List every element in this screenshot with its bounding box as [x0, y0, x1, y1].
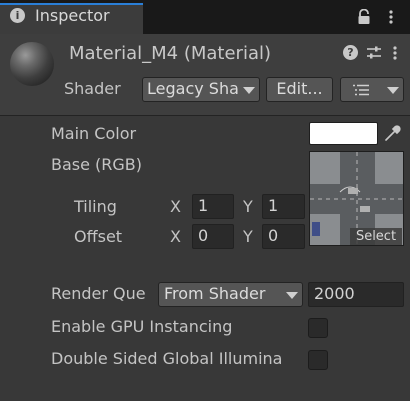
- material-title: Material_M4 (Material): [69, 43, 271, 64]
- tiling-label: Tiling: [74, 197, 117, 216]
- preset-sliders-icon[interactable]: [366, 45, 382, 61]
- chevron-down-icon: [387, 87, 399, 94]
- offset-y-axis: Y: [243, 227, 253, 246]
- render-queue-mode: From Shader: [164, 284, 266, 303]
- material-preview: [10, 42, 54, 86]
- main-color-label: Main Color: [51, 124, 137, 143]
- offset-x-axis: X: [170, 227, 181, 246]
- offset-y-field[interactable]: 0: [262, 224, 305, 249]
- main-color-swatch[interactable]: [309, 122, 378, 145]
- gpu-instancing-label: Enable GPU Instancing: [51, 317, 233, 336]
- base-rgb-label: Base (RGB): [51, 155, 143, 174]
- tiling-y-field[interactable]: 1: [262, 194, 305, 219]
- double-sided-gi-checkbox[interactable]: [308, 350, 328, 370]
- help-icon[interactable]: ?: [343, 45, 358, 60]
- lock-icon[interactable]: [357, 9, 371, 25]
- tiling-y-axis: Y: [243, 197, 253, 216]
- render-queue-dropdown[interactable]: From Shader: [158, 282, 303, 307]
- tiling-x-axis: X: [170, 197, 181, 216]
- eyedropper-icon[interactable]: [381, 122, 402, 145]
- offset-x-field[interactable]: 0: [192, 224, 234, 249]
- shader-options-button[interactable]: [340, 77, 404, 102]
- shader-value: Legacy Shaders/Diffuse: [147, 79, 239, 98]
- gpu-instancing-checkbox[interactable]: [308, 318, 328, 338]
- edit-shader-button[interactable]: Edit...: [266, 77, 333, 102]
- kebab-menu-icon[interactable]: [388, 9, 394, 25]
- tiling-x-field[interactable]: 1: [192, 194, 234, 219]
- info-icon: i: [10, 8, 25, 23]
- more-options-icon[interactable]: [392, 45, 398, 61]
- list-icon: [353, 84, 369, 96]
- chevron-down-icon: [286, 292, 298, 299]
- shader-dropdown[interactable]: Legacy Shaders/Diffuse: [142, 77, 260, 102]
- double-sided-gi-label: Double Sided Global Illumina: [51, 349, 283, 368]
- shader-label: Shader: [64, 79, 121, 98]
- render-queue-field[interactable]: 2000: [308, 282, 404, 307]
- texture-select-button[interactable]: Select: [350, 228, 402, 245]
- chevron-down-icon: [243, 87, 255, 94]
- render-queue-label: Render Que: [51, 284, 146, 303]
- offset-label: Offset: [74, 227, 123, 246]
- tab-label: Inspector: [35, 6, 110, 25]
